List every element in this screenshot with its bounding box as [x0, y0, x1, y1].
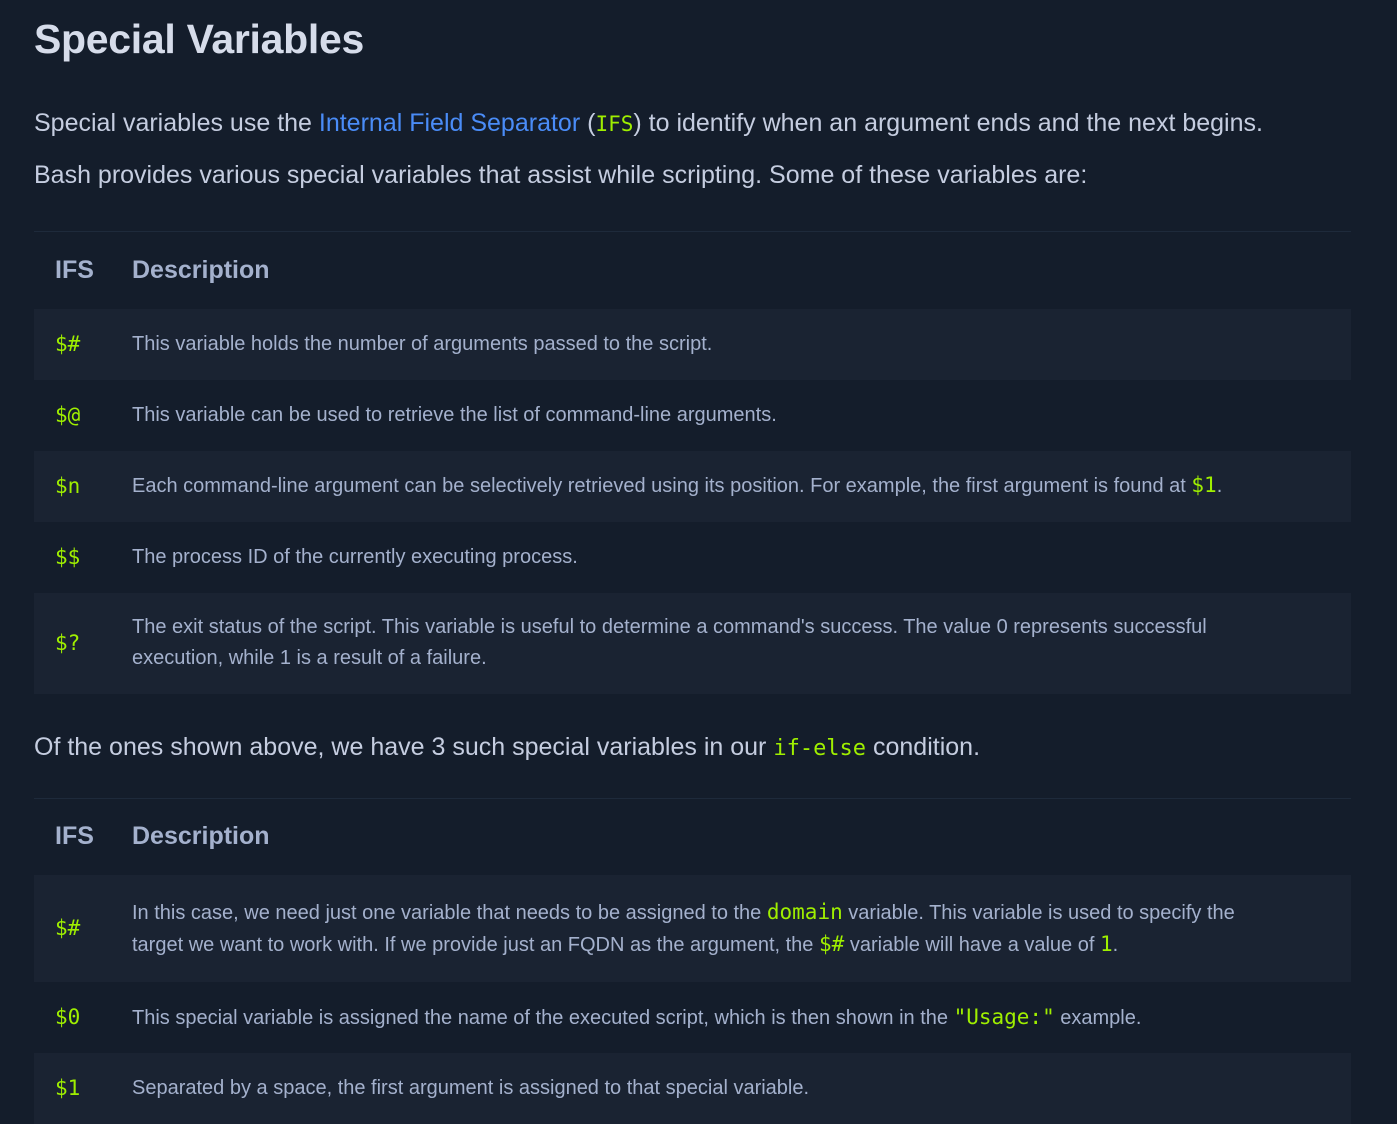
table-header-row: IFS Description	[34, 798, 1351, 875]
variable-cell: $0	[34, 982, 112, 1053]
description-text: This special variable is assigned the na…	[132, 1006, 954, 1029]
inline-code: $1	[1191, 473, 1217, 497]
description-text: In this case, we need just one variable …	[132, 901, 767, 924]
description-cell: In this case, we need just one variable …	[112, 875, 1351, 982]
table-row: $1 Separated by a space, the first argum…	[34, 1053, 1351, 1124]
if-else-inline-code: if-else	[773, 735, 867, 761]
third-paragraph: Of the ones shown above, we have 3 such …	[34, 722, 1351, 774]
variable-cell: $n	[34, 450, 112, 522]
column-header-ifs: IFS	[55, 255, 94, 284]
description-cell: This special variable is assigned the na…	[112, 982, 1351, 1053]
description-text: .	[1112, 933, 1119, 956]
inline-code: 1	[1099, 931, 1113, 956]
used-variables-table: IFS Description $# In this case, we need…	[34, 798, 1351, 1124]
table-row: $$ The process ID of the currently execu…	[34, 521, 1351, 593]
intro-text-after: ) to identify when an argument ends and …	[633, 109, 1263, 137]
inline-code: "Usage:"	[953, 1004, 1055, 1029]
page-title: Special Variables	[34, 16, 364, 62]
article-content: Special Variables Special variables use …	[0, 0, 1397, 1124]
third-text-before: Of the ones shown above, we have 3 such …	[34, 732, 774, 761]
intro-text-before: Special variables use the	[34, 109, 319, 137]
description-cell: Separated by a space, the first argument…	[112, 1053, 1351, 1124]
variable-cell: $#	[34, 308, 112, 380]
variable-cell: $?	[34, 592, 112, 694]
internal-field-separator-link[interactable]: Internal Field Separator	[319, 109, 580, 137]
second-paragraph: Bash provides various special variables …	[34, 161, 1088, 189]
description-cell: The process ID of the currently executin…	[112, 521, 1351, 593]
column-header-description: Description	[132, 822, 270, 851]
table-row: $@ This variable can be used to retrieve…	[34, 379, 1351, 451]
description-cell: This variable can be used to retrieve th…	[112, 379, 1351, 451]
inline-code: $#	[818, 931, 845, 956]
inline-code: domain	[766, 899, 843, 924]
table-header-row: IFS Description	[34, 231, 1351, 309]
intro-open-paren: (	[580, 109, 596, 137]
variable-cell: $#	[34, 875, 112, 982]
ifs-inline-code: IFS	[595, 112, 634, 136]
description-cell: This variable holds the number of argume…	[112, 308, 1351, 380]
description-cell: Each command-line argument can be select…	[112, 450, 1351, 522]
table-row: $0 This special variable is assigned the…	[34, 982, 1351, 1053]
description-text: .	[1216, 475, 1223, 497]
variable-cell: $$	[34, 521, 112, 593]
intro-paragraph: Special variables use the Internal Field…	[34, 98, 1351, 150]
description-text: variable will have a value of	[844, 933, 1100, 956]
table-row: $n Each command-line argument can be sel…	[34, 450, 1351, 522]
variable-cell: $1	[34, 1053, 112, 1124]
special-variables-table: IFS Description $# This variable holds t…	[34, 231, 1351, 694]
description-cell: The exit status of the script. This vari…	[112, 592, 1351, 694]
description-text: Each command-line argument can be select…	[132, 475, 1192, 497]
table-row: $# In this case, we need just one variab…	[34, 875, 1351, 982]
table-row: $? The exit status of the script. This v…	[34, 592, 1351, 694]
third-text-after: condition.	[866, 732, 981, 761]
column-header-ifs: IFS	[55, 822, 94, 851]
variable-cell: $@	[34, 379, 112, 451]
description-text: example.	[1054, 1006, 1142, 1029]
table-row: $# This variable holds the number of arg…	[34, 308, 1351, 380]
column-header-description: Description	[132, 255, 270, 284]
